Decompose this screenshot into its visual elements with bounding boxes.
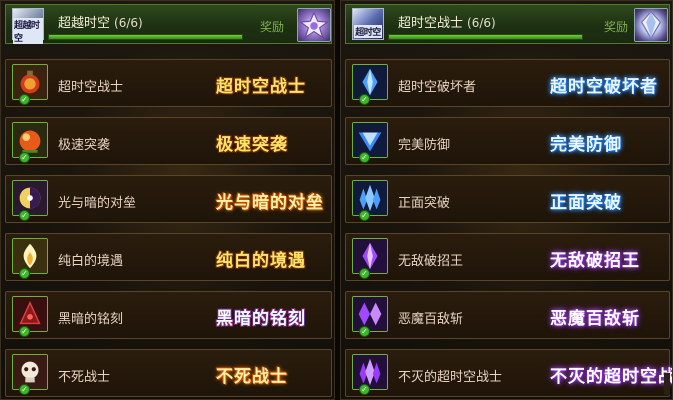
title-art-label: 不灭的超时空战士 bbox=[550, 366, 672, 387]
title-art-label: 无敌破招王 bbox=[550, 250, 640, 271]
completed-check-icon: ✓ bbox=[19, 268, 30, 279]
purple-star-badge-icon[interactable] bbox=[297, 8, 331, 42]
purple-crystal-icon bbox=[352, 238, 388, 274]
category-badge-label: 超时空 bbox=[354, 24, 382, 38]
title-art-label: 不死战士 bbox=[216, 366, 288, 387]
achievement-name: 不灭的超时空战士 bbox=[398, 370, 503, 385]
bomb-bag-icon bbox=[12, 64, 48, 100]
blue-gem-shield-icon bbox=[352, 122, 388, 158]
title-art-label: 恶魔百敌斩 bbox=[550, 308, 640, 329]
completed-check-icon: ✓ bbox=[359, 326, 370, 337]
category-badge-icon: 超时空 bbox=[352, 8, 384, 40]
category-badge-label: 超越时空 bbox=[13, 18, 43, 44]
achievement-name: 完美防御 bbox=[398, 138, 451, 153]
category-header[interactable]: 超越时空 超越时空 (6/6) 奖励 bbox=[5, 4, 332, 44]
category-progress-bar bbox=[388, 34, 583, 40]
white-flame-icon bbox=[12, 238, 48, 274]
completed-check-icon: ✓ bbox=[359, 94, 370, 105]
achievement-name: 超时空战士 bbox=[58, 80, 124, 95]
achievement-row[interactable]: ✓ 光与暗的对垒 光与暗的对垒 bbox=[5, 175, 332, 223]
achievement-row[interactable]: ✓ 黑暗的铭刻 黑暗的铭刻 bbox=[5, 291, 332, 339]
category-count: (6/6) bbox=[114, 16, 143, 30]
category-progress-bar bbox=[48, 34, 243, 40]
completed-check-icon: ✓ bbox=[19, 326, 30, 337]
achievement-name: 超时空破坏者 bbox=[398, 80, 477, 95]
achievement-name: 正面突破 bbox=[398, 196, 451, 211]
achievement-name: 无敌破招王 bbox=[398, 254, 464, 269]
scrollbar[interactable] bbox=[664, 373, 670, 395]
purple-crystal-cluster-icon bbox=[352, 354, 388, 390]
achievement-name: 不死战士 bbox=[58, 370, 111, 385]
completed-check-icon: ✓ bbox=[19, 94, 30, 105]
category-header[interactable]: 超时空 超时空战士 (6/6) 奖励 bbox=[345, 4, 670, 44]
achievement-row[interactable]: ✓ 纯白的境遇 纯白的境遇 bbox=[5, 233, 332, 281]
category-badge-icon: 超越时空 bbox=[12, 8, 44, 44]
category-title-text: 超越时空 bbox=[58, 16, 111, 31]
title-art-label: 极速突袭 bbox=[216, 134, 288, 155]
skull-warrior-icon bbox=[12, 354, 48, 390]
completed-check-icon: ✓ bbox=[359, 152, 370, 163]
category-count: (6/6) bbox=[467, 16, 496, 30]
achievement-row[interactable]: ✓ 极速突袭 极速突袭 bbox=[5, 117, 332, 165]
title-art-label: 纯白的境遇 bbox=[216, 250, 306, 271]
title-art-label: 超时空战士 bbox=[216, 76, 306, 97]
achievement-name: 纯白的境遇 bbox=[58, 254, 124, 269]
blue-crystal-cluster-icon bbox=[352, 180, 388, 216]
achievement-row[interactable]: ✓ 超时空战士 超时空战士 bbox=[5, 59, 332, 107]
reward-label: 奖励 bbox=[260, 20, 285, 34]
achievement-row[interactable]: ✓ 恶魔百敌斩 恶魔百敌斩 bbox=[345, 291, 670, 339]
achievement-name: 恶魔百敌斩 bbox=[398, 312, 464, 327]
achievement-row[interactable]: ✓ 完美防御 完美防御 bbox=[345, 117, 670, 165]
category-title: 超时空战士 (6/6) bbox=[398, 12, 496, 31]
title-art-label: 完美防御 bbox=[550, 134, 622, 155]
title-art-label: 正面突破 bbox=[550, 192, 622, 213]
completed-check-icon: ✓ bbox=[19, 210, 30, 221]
reward-label: 奖励 bbox=[604, 20, 629, 34]
title-art-label: 光与暗的对垒 bbox=[216, 192, 324, 213]
category-title-text: 超时空战士 bbox=[398, 16, 464, 31]
category-progress-fill bbox=[389, 35, 582, 39]
achievement-name: 极速突袭 bbox=[58, 138, 111, 153]
achievement-row[interactable]: ✓ 不灭的超时空战士 不灭的超时空战士 bbox=[345, 349, 672, 397]
achievement-row[interactable]: ✓ 不死战士 不死战士 bbox=[5, 349, 332, 397]
crystal-badge-icon[interactable] bbox=[634, 8, 668, 42]
achievement-name: 黑暗的铭刻 bbox=[58, 312, 124, 327]
category-progress-fill bbox=[49, 35, 242, 39]
achievement-row[interactable]: ✓ 超时空破坏者 超时空破坏者 bbox=[345, 59, 670, 107]
completed-check-icon: ✓ bbox=[359, 268, 370, 279]
completed-check-icon: ✓ bbox=[359, 384, 370, 395]
title-art-label: 超时空破坏者 bbox=[550, 76, 658, 97]
achievement-row[interactable]: ✓ 正面突破 正面突破 bbox=[345, 175, 670, 223]
completed-check-icon: ✓ bbox=[19, 384, 30, 395]
achievement-panel-right: 超时空 超时空战士 (6/6) 奖励 ✓ 超时空破坏者 超时空破坏者 ✓ 完美防御 完美防御… bbox=[340, 0, 673, 400]
achievement-row[interactable]: ✓ 无敌破招王 无敌破招王 bbox=[345, 233, 670, 281]
title-art-label: 黑暗的铭刻 bbox=[216, 308, 306, 329]
purple-crystal-pair-icon bbox=[352, 296, 388, 332]
achievement-name: 光与暗的对垒 bbox=[58, 196, 137, 211]
blue-crystal-icon bbox=[352, 64, 388, 100]
achievement-panel-left: 超越时空 超越时空 (6/6) 奖励 ✓ 超时空战士 超时空战士 ✓ 极速突袭 极速突袭 ✓ 光… bbox=[0, 0, 335, 400]
category-title: 超越时空 (6/6) bbox=[58, 12, 143, 31]
dark-rune-icon bbox=[12, 296, 48, 332]
completed-check-icon: ✓ bbox=[19, 152, 30, 163]
potion-orb-icon bbox=[12, 122, 48, 158]
light-dark-emblem-icon bbox=[12, 180, 48, 216]
completed-check-icon: ✓ bbox=[359, 210, 370, 221]
